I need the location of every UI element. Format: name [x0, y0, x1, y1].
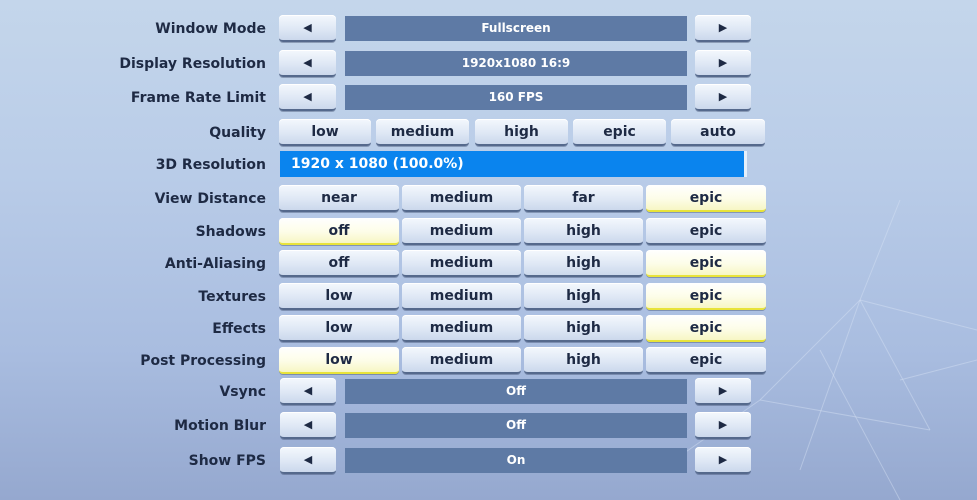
- left-arrow-icon: ◀: [303, 21, 312, 34]
- shadows-option-medium[interactable]: medium: [402, 218, 521, 245]
- vsync-prev-button[interactable]: ◀: [280, 378, 336, 405]
- anti-aliasing-option-epic[interactable]: epic: [646, 250, 766, 277]
- anti-aliasing-option-high[interactable]: high: [524, 250, 643, 277]
- textures-option-medium[interactable]: medium: [402, 283, 521, 310]
- shadows-label: Shadows: [195, 224, 266, 240]
- post-processing-option-epic[interactable]: epic: [646, 347, 766, 374]
- textures-option-high[interactable]: high: [524, 283, 643, 310]
- right-arrow-icon: ▶: [718, 90, 728, 103]
- effects-option-low[interactable]: low: [279, 315, 399, 342]
- window-mode-prev-button[interactable]: ◀: [279, 15, 336, 42]
- 3d-resolution-label: 3D Resolution: [155, 157, 266, 173]
- motion-blur-value: Off: [345, 413, 687, 438]
- row-window-mode: Window Mode ◀ Fullscreen ▶: [0, 15, 977, 43]
- motion-blur-label: Motion Blur: [174, 418, 266, 434]
- shadows-option-epic[interactable]: epic: [646, 218, 766, 245]
- quality-label: Quality: [209, 125, 266, 141]
- effects-option-epic[interactable]: epic: [646, 315, 766, 342]
- post-processing-option-low[interactable]: low: [279, 347, 399, 374]
- left-arrow-icon: ◀: [303, 56, 312, 69]
- display-resolution-value: 1920x1080 16:9: [345, 51, 687, 76]
- row-display-resolution: Display Resolution ◀ 1920x1080 16:9 ▶: [0, 50, 977, 78]
- textures-label: Textures: [198, 289, 266, 305]
- effects-option-high[interactable]: high: [524, 315, 643, 342]
- row-3d-resolution: 3D Resolution 1920 x 1080 (100.0%): [0, 151, 977, 179]
- left-arrow-icon: ◀: [303, 384, 313, 397]
- 3d-resolution-slider[interactable]: 1920 x 1080 (100.0%): [280, 151, 747, 177]
- shadows-option-off[interactable]: off: [279, 218, 399, 245]
- quality-option-medium[interactable]: medium: [376, 119, 469, 146]
- view-distance-option-near[interactable]: near: [279, 185, 399, 212]
- anti-aliasing-option-off[interactable]: off: [279, 250, 399, 277]
- show-fps-value: On: [345, 448, 687, 473]
- quality-option-epic[interactable]: epic: [573, 119, 666, 146]
- anti-aliasing-label: Anti-Aliasing: [164, 256, 266, 272]
- right-arrow-icon: ▶: [718, 56, 728, 69]
- vsync-label: Vsync: [219, 384, 266, 400]
- row-frame-rate-limit: Frame Rate Limit ◀ 160 FPS ▶: [0, 84, 977, 112]
- post-processing-label: Post Processing: [140, 353, 266, 369]
- show-fps-label: Show FPS: [188, 453, 266, 469]
- window-mode-next-button[interactable]: ▶: [695, 15, 751, 42]
- quality-option-low[interactable]: low: [279, 119, 371, 146]
- effects-option-medium[interactable]: medium: [402, 315, 521, 342]
- row-quality: Quality low medium high epic auto: [0, 119, 977, 147]
- display-resolution-next-button[interactable]: ▶: [695, 50, 751, 77]
- frame-rate-limit-label: Frame Rate Limit: [130, 90, 266, 106]
- show-fps-prev-button[interactable]: ◀: [280, 447, 336, 474]
- quality-option-high[interactable]: high: [475, 119, 568, 146]
- window-mode-value: Fullscreen: [345, 16, 687, 41]
- view-distance-option-epic[interactable]: epic: [646, 185, 766, 212]
- shadows-option-high[interactable]: high: [524, 218, 643, 245]
- row-effects: Effects low medium high epic: [0, 315, 977, 343]
- show-fps-next-button[interactable]: ▶: [695, 447, 751, 474]
- left-arrow-icon: ◀: [303, 90, 312, 103]
- row-vsync: Vsync ◀ Off ▶: [0, 378, 977, 406]
- motion-blur-prev-button[interactable]: ◀: [280, 412, 336, 439]
- row-post-processing: Post Processing low medium high epic: [0, 347, 977, 375]
- effects-label: Effects: [212, 321, 266, 337]
- display-resolution-label: Display Resolution: [119, 56, 266, 72]
- frame-rate-limit-prev-button[interactable]: ◀: [279, 84, 336, 111]
- row-motion-blur: Motion Blur ◀ Off ▶: [0, 412, 977, 440]
- row-anti-aliasing: Anti-Aliasing off medium high epic: [0, 250, 977, 278]
- row-shadows: Shadows off medium high epic: [0, 218, 977, 246]
- left-arrow-icon: ◀: [303, 418, 313, 431]
- vsync-next-button[interactable]: ▶: [695, 378, 751, 405]
- frame-rate-limit-next-button[interactable]: ▶: [695, 84, 751, 111]
- row-view-distance: View Distance near medium far epic: [0, 185, 977, 213]
- textures-option-low[interactable]: low: [279, 283, 399, 310]
- right-arrow-icon: ▶: [718, 453, 728, 466]
- right-arrow-icon: ▶: [718, 384, 728, 397]
- vsync-value: Off: [345, 379, 687, 404]
- row-textures: Textures low medium high epic: [0, 283, 977, 311]
- display-resolution-prev-button[interactable]: ◀: [279, 50, 336, 77]
- view-distance-label: View Distance: [154, 191, 266, 207]
- right-arrow-icon: ▶: [718, 418, 728, 431]
- anti-aliasing-option-medium[interactable]: medium: [402, 250, 521, 277]
- view-distance-option-medium[interactable]: medium: [402, 185, 521, 212]
- left-arrow-icon: ◀: [303, 453, 313, 466]
- right-arrow-icon: ▶: [718, 21, 728, 34]
- view-distance-option-far[interactable]: far: [524, 185, 643, 212]
- post-processing-option-high[interactable]: high: [524, 347, 643, 374]
- post-processing-option-medium[interactable]: medium: [402, 347, 521, 374]
- motion-blur-next-button[interactable]: ▶: [695, 412, 751, 439]
- textures-option-epic[interactable]: epic: [646, 283, 766, 310]
- row-show-fps: Show FPS ◀ On ▶: [0, 447, 977, 475]
- frame-rate-limit-value: 160 FPS: [345, 85, 687, 110]
- window-mode-label: Window Mode: [155, 21, 266, 37]
- quality-option-auto[interactable]: auto: [671, 119, 765, 146]
